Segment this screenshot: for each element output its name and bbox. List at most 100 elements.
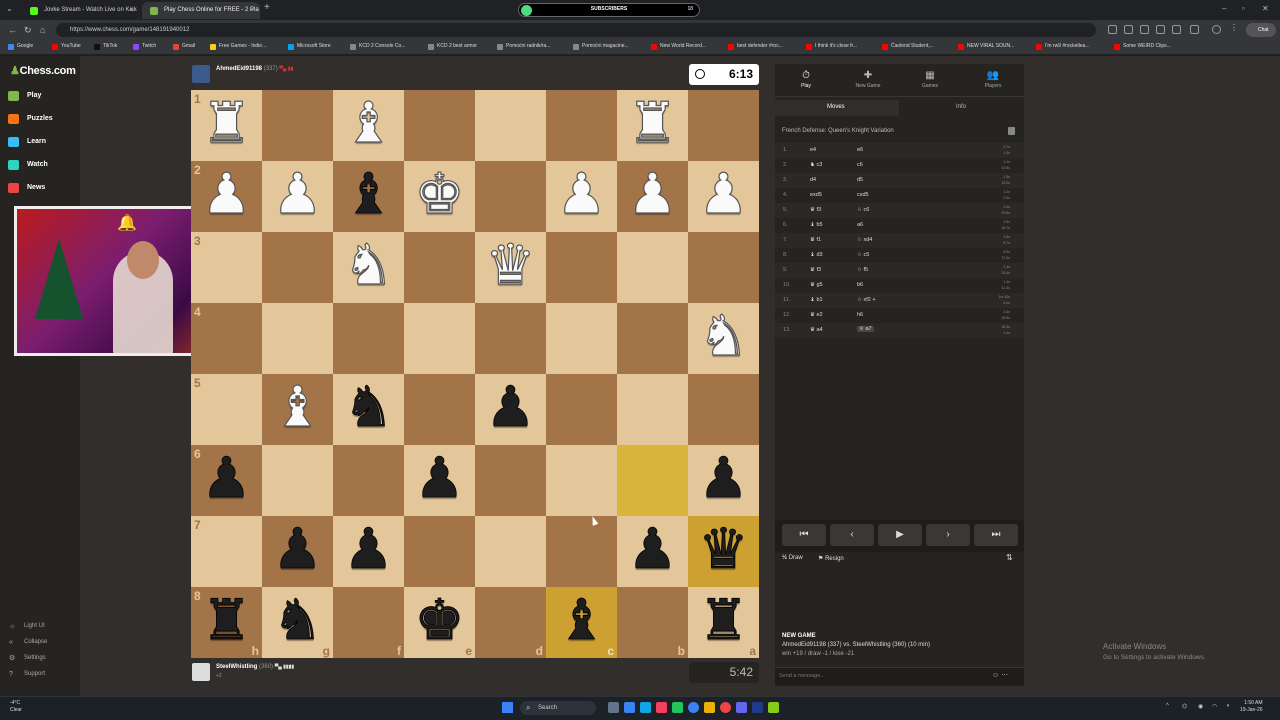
- board-square[interactable]: [688, 232, 759, 303]
- white-move[interactable]: e4: [810, 147, 816, 153]
- board-square[interactable]: [262, 303, 333, 374]
- board-square[interactable]: [546, 232, 617, 303]
- board-square[interactable]: 8 h ♜: [191, 587, 262, 658]
- white-bishop-icon[interactable]: ♝: [262, 372, 333, 443]
- board-square[interactable]: ♟: [475, 374, 546, 445]
- app-icon[interactable]: [640, 702, 651, 713]
- last-move-button[interactable]: ⏭: [974, 524, 1018, 546]
- white-move[interactable]: ♛ e2: [810, 312, 823, 318]
- black-pawn-icon[interactable]: ♟: [475, 372, 546, 443]
- bookmark-item[interactable]: Gmail: [173, 43, 195, 50]
- browser-tab-kick[interactable]: Jovke Stream - Watch Live on Kick ×: [22, 2, 140, 19]
- back-icon[interactable]: ←: [8, 25, 17, 35]
- board-square[interactable]: [546, 303, 617, 374]
- subtab-moves[interactable]: Moves: [827, 104, 845, 110]
- board-square[interactable]: ♟: [262, 516, 333, 587]
- network-icon[interactable]: ⌬: [1182, 703, 1187, 710]
- black-move[interactable]: ♘ xf2 +: [857, 297, 876, 303]
- white-move[interactable]: ♝ b5: [810, 222, 823, 228]
- board-square[interactable]: ♜: [617, 90, 688, 161]
- file-explorer-icon[interactable]: [704, 702, 715, 713]
- white-move[interactable]: ♞ c3: [810, 162, 822, 168]
- browser-tab-chess[interactable]: Play Chess Online for FREE - 2 Pla ×: [142, 2, 260, 19]
- white-rook-icon[interactable]: ♜: [191, 88, 262, 159]
- extension-icon[interactable]: [1124, 25, 1133, 34]
- board-square[interactable]: 1 ♜: [191, 90, 262, 161]
- chat-input[interactable]: [779, 673, 979, 679]
- board-square[interactable]: ♟: [688, 445, 759, 516]
- taskbar-search[interactable]: Search: [520, 701, 596, 715]
- board-square[interactable]: [404, 232, 475, 303]
- white-bishop-icon[interactable]: ♝: [333, 88, 404, 159]
- black-knight-icon[interactable]: ♞: [262, 585, 333, 656]
- board-square[interactable]: [617, 374, 688, 445]
- extension-icon[interactable]: [1108, 25, 1117, 34]
- extension-icon[interactable]: [1172, 25, 1181, 34]
- black-pawn-icon[interactable]: ♟: [688, 443, 759, 514]
- profile-avatar[interactable]: [1212, 25, 1221, 34]
- board-square[interactable]: [617, 232, 688, 303]
- bookmark-item[interactable]: NEW VIRAL SOUN...: [958, 43, 1014, 50]
- black-king-icon[interactable]: ♚: [404, 585, 475, 656]
- board-square[interactable]: ♛: [688, 516, 759, 587]
- bookmark-item[interactable]: YouTube: [52, 43, 81, 50]
- maximize-icon[interactable]: ▫: [1242, 4, 1245, 13]
- extension-icon[interactable]: [1190, 25, 1199, 34]
- board-square[interactable]: ♝: [333, 90, 404, 161]
- black-move[interactable]: d5: [857, 177, 863, 183]
- board-square[interactable]: ♟: [333, 516, 404, 587]
- bookmark-item[interactable]: New World Record...: [651, 43, 706, 50]
- minimize-icon[interactable]: –: [1222, 4, 1226, 13]
- board-square[interactable]: 2 ♟: [191, 161, 262, 232]
- board-square[interactable]: [475, 445, 546, 516]
- black-move[interactable]: ♘ c6: [857, 207, 869, 213]
- board-square[interactable]: [475, 90, 546, 161]
- book-icon[interactable]: [1008, 127, 1015, 135]
- board-square[interactable]: ♛: [475, 232, 546, 303]
- wifi-icon[interactable]: ◠: [1212, 703, 1217, 710]
- discord-icon[interactable]: [736, 702, 747, 713]
- home-icon[interactable]: ⌂: [40, 25, 45, 35]
- chesscom-logo[interactable]: ♟Chess.com: [10, 64, 76, 77]
- windows-start-icon[interactable]: [502, 702, 513, 713]
- url-input[interactable]: https://www.chess.com/game/148191940012: [56, 23, 1096, 37]
- board-square[interactable]: [404, 303, 475, 374]
- sidebar-item-puzzles[interactable]: Puzzles: [8, 113, 53, 125]
- sidebar-item-news[interactable]: News: [8, 182, 45, 194]
- bookmark-item[interactable]: best defender #roc...: [728, 43, 783, 50]
- board-square[interactable]: [475, 516, 546, 587]
- bookmark-item[interactable]: KCD 2 Console Co...: [350, 43, 405, 50]
- reload-icon[interactable]: ↻: [24, 25, 32, 36]
- board-square[interactable]: ♞: [333, 374, 404, 445]
- black-move[interactable]: c6: [857, 162, 863, 168]
- bookmark-item[interactable]: Free Games - Indie...: [210, 43, 266, 50]
- chrome-browser-icon[interactable]: [720, 702, 731, 713]
- volume-icon[interactable]: ◖: [1226, 703, 1230, 709]
- board-square[interactable]: [262, 445, 333, 516]
- board-square[interactable]: ♟: [262, 161, 333, 232]
- black-pawn-icon[interactable]: ♟: [262, 514, 333, 585]
- white-pawn-icon[interactable]: ♟: [191, 159, 262, 230]
- board-square[interactable]: ♞: [688, 303, 759, 374]
- black-move[interactable]: b6: [857, 282, 863, 288]
- white-move[interactable]: ♝ d3: [810, 252, 823, 258]
- board-square[interactable]: [475, 303, 546, 374]
- app-icon[interactable]: [752, 702, 763, 713]
- board-square[interactable]: a ♜: [688, 587, 759, 658]
- black-move[interactable]: cxd5: [857, 192, 869, 198]
- menu-icon[interactable]: ⋮: [1230, 23, 1239, 32]
- collapse-button[interactable]: « Collapse: [8, 637, 47, 647]
- bookmark-item[interactable]: Pomoćni radnik/ra...: [497, 43, 550, 50]
- white-rook-icon[interactable]: ♜: [617, 88, 688, 159]
- close-tab-icon[interactable]: ×: [130, 2, 134, 19]
- board-square[interactable]: [475, 161, 546, 232]
- white-knight-icon[interactable]: ♞: [688, 301, 759, 372]
- white-move[interactable]: d4: [810, 177, 816, 183]
- board-square[interactable]: [333, 303, 404, 374]
- board-square[interactable]: [404, 516, 475, 587]
- bookmark-item[interactable]: Some WEIRD Clips...: [1114, 43, 1171, 50]
- player-name[interactable]: AhmedEid91198 (337) ▀▄ ▮▮: [216, 66, 293, 72]
- tray-chevron-icon[interactable]: ^: [1166, 703, 1169, 709]
- board-square[interactable]: g ♞: [262, 587, 333, 658]
- taskbar-clock[interactable]: 1:50 AM 19-Jan-26: [1240, 700, 1263, 714]
